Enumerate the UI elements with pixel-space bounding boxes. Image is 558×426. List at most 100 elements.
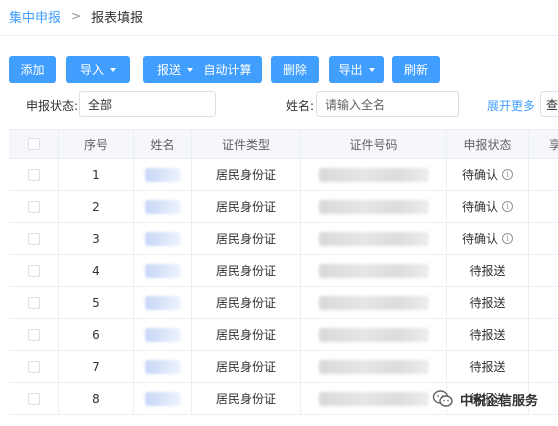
status-text: 待报送 (469, 264, 506, 278)
breadcrumb: 集中申报 > 报表填报 (9, 6, 143, 26)
row-id-type-cell: 居民身份证 (192, 255, 301, 286)
redacted-id-number (318, 231, 429, 246)
table-row[interactable]: 5 居民身份证 待报送 (9, 287, 558, 319)
caret-down-icon (110, 68, 116, 72)
row-name-cell (134, 223, 192, 254)
auto-calc-button[interactable]: 自动计算 (193, 56, 262, 83)
row-id-type-cell: 居民身份证 (192, 351, 301, 382)
watermark: 中税企信服务 (432, 388, 538, 410)
table-row[interactable]: 2 居民身份证 待确认 i (9, 191, 558, 223)
info-icon[interactable]: i (502, 233, 513, 244)
row-select-cell (9, 383, 59, 414)
status-filter-value: 全部 (88, 97, 113, 112)
name-filter-label: 姓名: (286, 99, 315, 113)
row-benefit-cell (529, 255, 558, 286)
row-benefit-cell (529, 319, 558, 350)
row-index-cell: 4 (59, 255, 134, 286)
row-checkbox[interactable] (27, 392, 40, 405)
row-checkbox[interactable] (27, 168, 40, 181)
row-id-number-cell (301, 255, 447, 286)
status-text: 待确认 (461, 200, 498, 214)
info-icon[interactable]: i (502, 169, 513, 180)
export-dropdown-button[interactable]: 导出 (329, 56, 384, 83)
row-name-cell (134, 191, 192, 222)
column-header-index: 序号 (59, 130, 134, 158)
row-id-type-cell: 居民身份证 (192, 383, 301, 414)
delete-button[interactable]: 删除 (271, 56, 319, 83)
row-id-type-cell: 居民身份证 (192, 159, 301, 190)
row-select-cell (9, 255, 59, 286)
add-button-label: 添加 (20, 63, 45, 77)
row-status-cell: 待报送 (447, 319, 529, 350)
redacted-name (144, 231, 181, 246)
search-button[interactable]: 查 (540, 91, 558, 117)
delete-button-label: 删除 (282, 63, 307, 77)
status-filter-select[interactable]: 全部 (79, 91, 216, 117)
row-id-type-cell: 居民身份证 (192, 223, 301, 254)
row-index-cell: 6 (59, 319, 134, 350)
redacted-id-number (318, 359, 429, 374)
redacted-id-number (318, 327, 429, 342)
row-benefit-cell (529, 159, 558, 190)
row-name-cell (134, 351, 192, 382)
row-checkbox[interactable] (27, 296, 40, 309)
row-benefit-cell (529, 191, 558, 222)
row-id-number-cell (301, 191, 447, 222)
select-all-checkbox[interactable] (27, 138, 40, 150)
row-select-cell (9, 191, 59, 222)
row-name-cell (134, 255, 192, 286)
row-checkbox[interactable] (27, 232, 40, 245)
row-status-cell: 待报送 (447, 287, 529, 318)
redacted-name (144, 327, 181, 342)
add-button[interactable]: 添加 (9, 56, 56, 83)
column-header-id-number: 证件号码 (301, 130, 447, 158)
status-filter-label: 申报状态: (26, 99, 79, 113)
redacted-name (144, 167, 181, 182)
column-header-status: 申报状态 (447, 130, 529, 158)
row-status-cell: 待报送 (447, 255, 529, 286)
row-checkbox[interactable] (27, 328, 40, 341)
refresh-button[interactable]: 刷新 (392, 56, 440, 83)
row-name-cell (134, 159, 192, 190)
row-name-cell (134, 383, 192, 414)
watermark-text: 中税企信服务 (460, 393, 539, 409)
table-row[interactable]: 1 居民身份证 待确认 i (9, 159, 558, 191)
row-id-number-cell (301, 319, 447, 350)
row-id-number-cell (301, 159, 447, 190)
name-search-input[interactable]: 请输入全名 (316, 91, 459, 117)
redacted-id-number (318, 391, 429, 406)
table-row[interactable]: 6 居民身份证 待报送 (9, 319, 558, 351)
redacted-id-number (318, 167, 429, 182)
redacted-name (144, 295, 181, 310)
header-select-all-cell (9, 130, 59, 158)
row-checkbox[interactable] (27, 360, 40, 373)
row-benefit-cell (529, 287, 558, 318)
row-select-cell (9, 223, 59, 254)
row-select-cell (9, 351, 59, 382)
table-row[interactable]: 4 居民身份证 待报送 (9, 255, 558, 287)
name-input-placeholder: 请输入全名 (325, 97, 386, 112)
column-header-id-type: 证件类型 (192, 130, 301, 158)
breadcrumb-link-collective-declaration[interactable]: 集中申报 (9, 7, 61, 26)
row-select-cell (9, 287, 59, 318)
row-status-cell: 待确认 i (447, 159, 529, 190)
breadcrumb-current: 报表填报 (91, 10, 144, 26)
redacted-id-number (318, 263, 429, 278)
row-id-number-cell (301, 351, 447, 382)
row-benefit-cell (529, 223, 558, 254)
table-row[interactable]: 7 居民身份证 待报送 (9, 351, 558, 383)
info-icon[interactable]: i (502, 201, 513, 212)
status-text: 待报送 (469, 296, 506, 310)
status-text: 待确认 (461, 168, 498, 182)
redacted-id-number (318, 295, 429, 310)
table-row[interactable]: 3 居民身份证 待确认 i (9, 223, 558, 255)
expand-more-link[interactable]: 展开更多 (487, 97, 535, 114)
row-checkbox[interactable] (27, 264, 40, 277)
status-text: 待报送 (469, 328, 506, 342)
row-checkbox[interactable] (27, 200, 40, 213)
row-select-cell (9, 319, 59, 350)
import-dropdown-button[interactable]: 导入 (66, 56, 130, 83)
status-text: 待确认 (461, 232, 498, 246)
row-index-cell: 5 (59, 287, 134, 318)
row-status-cell: 待报送 (447, 351, 529, 382)
